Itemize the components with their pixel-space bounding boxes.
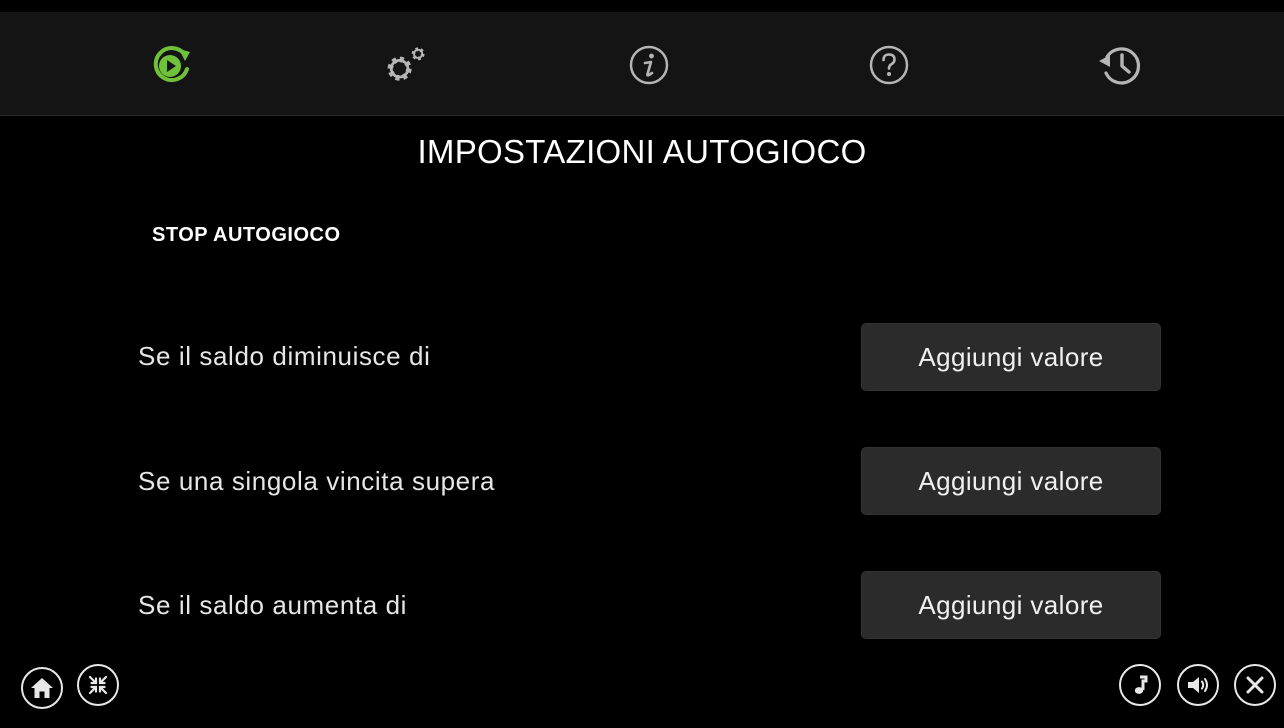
tab-history[interactable]	[1096, 40, 1146, 90]
stop-if-balance-increases-label: Se il saldo aumenta di	[138, 590, 408, 620]
game-settings-screen: IMPOSTAZIONI AUTOGIOCO STOP AUTOGIOCO Se…	[0, 0, 1284, 728]
settings-gears-icon	[387, 47, 425, 81]
stop-if-balance-decreases-label: Se il saldo diminuisce di	[138, 341, 431, 371]
tab-help[interactable]	[864, 40, 914, 90]
sound-icon	[1188, 677, 1208, 693]
balance-decrease-add-value-button[interactable]: Aggiungi valore	[861, 323, 1161, 391]
single-win-add-value-button[interactable]: Aggiungi valore	[861, 447, 1161, 515]
close-icon	[1246, 676, 1264, 694]
info-icon	[629, 45, 669, 85]
tab-info[interactable]	[624, 40, 674, 90]
settings-nav-bar	[0, 12, 1284, 116]
exit-fullscreen-button[interactable]	[77, 664, 119, 706]
page-title: IMPOSTAZIONI AUTOGIOCO	[417, 133, 867, 170]
section-title: STOP AUTOGIOCO	[152, 224, 341, 246]
music-toggle-button[interactable]	[1119, 664, 1161, 706]
balance-increase-add-value-button[interactable]: Aggiungi valore	[861, 571, 1161, 639]
history-icon	[1099, 47, 1141, 85]
stop-if-single-win-exceeds-label: Se una singola vincita supera	[138, 466, 496, 496]
tab-autoplay[interactable]	[146, 40, 196, 90]
sound-toggle-button[interactable]	[1177, 664, 1219, 706]
close-button[interactable]	[1234, 664, 1276, 706]
home-icon	[31, 678, 53, 698]
autoplay-icon	[153, 46, 190, 83]
music-icon	[1134, 675, 1148, 694]
tab-settings[interactable]	[382, 40, 432, 90]
fullscreen-exit-icon	[88, 675, 108, 695]
help-icon	[869, 45, 909, 85]
home-button[interactable]	[21, 667, 63, 709]
